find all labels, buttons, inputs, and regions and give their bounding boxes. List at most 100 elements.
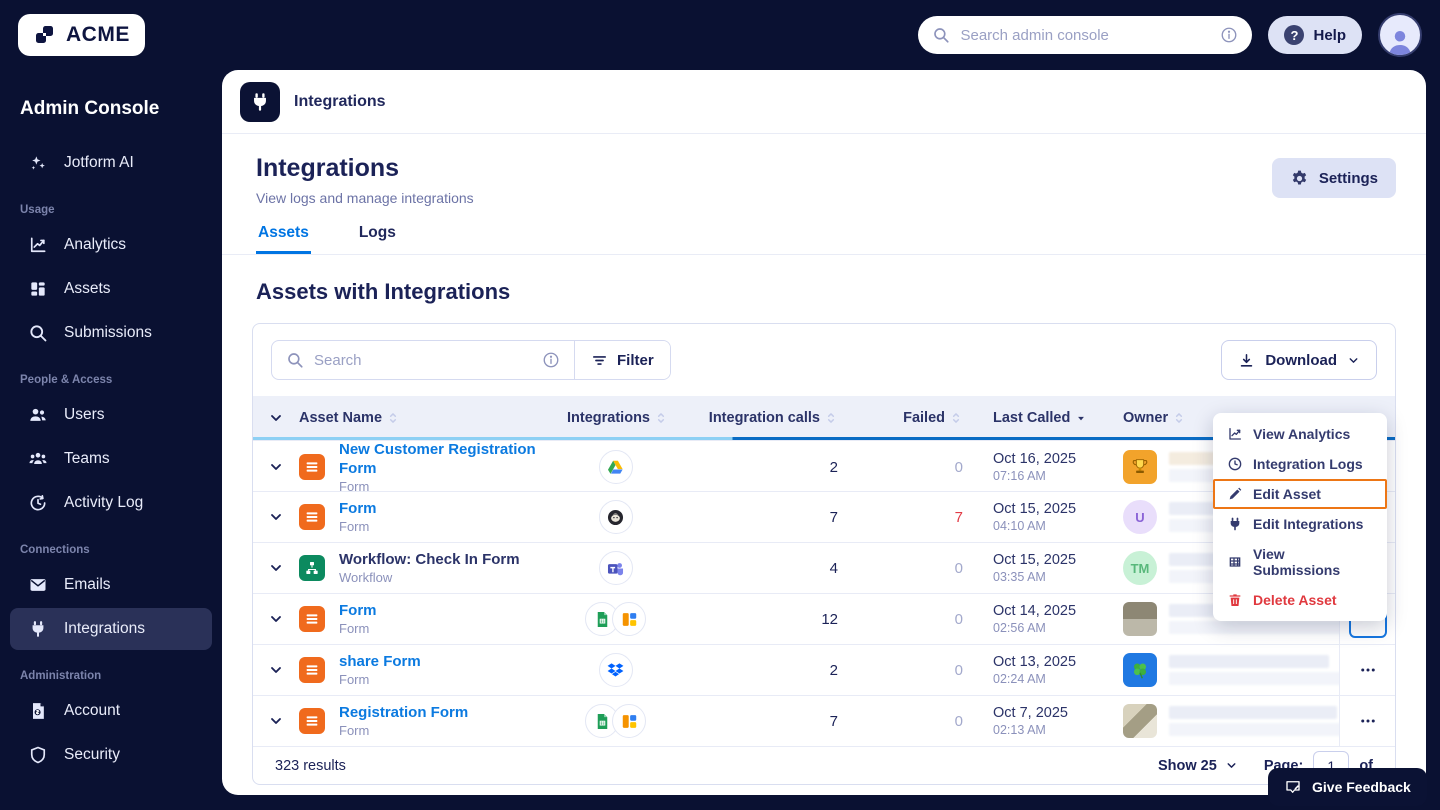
- acme-logo[interactable]: ACME: [18, 14, 145, 56]
- column-asset-name[interactable]: Asset Name: [299, 410, 553, 426]
- admin-search-input[interactable]: [960, 27, 1210, 44]
- row-menu-button[interactable]: [1349, 651, 1387, 689]
- row-menu-button[interactable]: [1349, 702, 1387, 740]
- last-called-time: 02:13 AM: [993, 723, 1113, 737]
- sort-icon[interactable]: [824, 411, 838, 425]
- admin-search[interactable]: [918, 16, 1252, 54]
- menu-item-view-submissions[interactable]: View Submissions: [1213, 539, 1387, 585]
- asset-name-cell: FormForm: [299, 500, 553, 534]
- chevron-down-icon: [268, 662, 284, 678]
- owner-cell: [1113, 704, 1339, 738]
- sort-icon[interactable]: [1172, 411, 1186, 425]
- sort-icon[interactable]: [386, 411, 400, 425]
- google-sheets-icon: [593, 712, 612, 731]
- menu-item-view-analytics[interactable]: View Analytics: [1213, 419, 1387, 449]
- sidebar-item-assets[interactable]: Assets: [10, 268, 212, 310]
- grid-icon: [1227, 554, 1243, 570]
- integration-calls-value: 7: [678, 509, 848, 526]
- last-called-cell: Oct 16, 202507:16 AM: [973, 451, 1113, 483]
- sidebar-item-submissions[interactable]: Submissions: [10, 312, 212, 354]
- sidebar-item-analytics[interactable]: Analytics: [10, 224, 212, 266]
- sort-icon[interactable]: [949, 411, 963, 425]
- last-called-time: 04:10 AM: [993, 519, 1113, 533]
- filter-button[interactable]: Filter: [575, 341, 670, 379]
- settings-button[interactable]: Settings: [1272, 158, 1396, 198]
- help-button[interactable]: ? Help: [1268, 16, 1362, 54]
- table-footer: 323 results Show 25 Page: of: [253, 746, 1395, 784]
- integration-calls-value: 12: [678, 611, 848, 628]
- asset-name-link[interactable]: Form: [339, 602, 377, 621]
- page-head: Integrations View logs and manage integr…: [222, 134, 1426, 206]
- asset-name-link: Workflow: Check In Form: [339, 551, 520, 570]
- chevron-down-icon[interactable]: [268, 410, 284, 426]
- mailchimp-integration-icon: [599, 500, 633, 534]
- expand-row-cell[interactable]: [253, 509, 299, 525]
- expand-row-cell[interactable]: [253, 560, 299, 576]
- asset-type: Form: [339, 519, 377, 534]
- search-icon: [286, 351, 304, 369]
- dots-icon: [1359, 712, 1377, 730]
- users-icon: [28, 405, 48, 425]
- google-drive-integration-icon: [599, 450, 633, 484]
- user-avatar[interactable]: [1378, 13, 1422, 57]
- last-called-date: Oct 15, 2025: [993, 552, 1113, 568]
- expand-row-cell[interactable]: [253, 459, 299, 475]
- column-integration-calls[interactable]: Integration calls: [678, 410, 848, 426]
- sidebar-item-integrations[interactable]: Integrations: [10, 608, 212, 650]
- table-search-input[interactable]: [314, 352, 532, 369]
- expand-all-cell[interactable]: [253, 410, 299, 426]
- download-button[interactable]: Download: [1221, 340, 1377, 380]
- menu-item-integration-logs[interactable]: Integration Logs: [1213, 449, 1387, 479]
- sidebar-item-teams[interactable]: Teams: [10, 438, 212, 480]
- menu-item-delete-asset[interactable]: Delete Asset: [1213, 585, 1387, 615]
- expand-row-cell[interactable]: [253, 662, 299, 678]
- help-label: Help: [1313, 27, 1346, 44]
- tab-assets[interactable]: Assets: [256, 222, 311, 254]
- sidebar-item-activity-log[interactable]: Activity Log: [10, 482, 212, 524]
- give-feedback-button[interactable]: Give Feedback: [1268, 768, 1427, 806]
- asset-name-cell: New Customer Registration FormForm: [299, 441, 553, 494]
- sort-icon[interactable]: [654, 411, 668, 425]
- sidebar-item-account[interactable]: Account: [10, 690, 212, 732]
- activity-icon: [28, 493, 48, 513]
- column-last-called[interactable]: Last Called: [973, 410, 1113, 426]
- magnifier-icon: [28, 323, 48, 343]
- sidebar-item-security[interactable]: Security: [10, 734, 212, 776]
- sidebar-item-users[interactable]: Users: [10, 394, 212, 436]
- form-lines-icon: [304, 713, 320, 729]
- expand-row-cell[interactable]: [253, 713, 299, 729]
- workflow-glyph-icon: [304, 560, 320, 576]
- menu-item-edit-integrations[interactable]: Edit Integrations: [1213, 509, 1387, 539]
- asset-name-link[interactable]: New Customer Registration Form: [339, 441, 553, 479]
- menu-item-label: View Submissions: [1253, 546, 1373, 578]
- tab-logs[interactable]: Logs: [357, 222, 398, 254]
- topbar: ACME ? Help: [0, 0, 1440, 70]
- sidebar-item-jotform-ai[interactable]: Jotform AI: [10, 142, 212, 184]
- last-called-date: Oct 16, 2025: [993, 451, 1113, 467]
- last-called-date: Oct 7, 2025: [993, 705, 1113, 721]
- sidebar-item-emails[interactable]: Emails: [10, 564, 212, 606]
- column-failed[interactable]: Failed: [848, 410, 973, 426]
- last-called-time: 02:24 AM: [993, 672, 1113, 686]
- menu-item-edit-asset[interactable]: Edit Asset: [1213, 479, 1387, 509]
- asset-name-link[interactable]: share Form: [339, 653, 421, 672]
- asset-type: Workflow: [339, 570, 520, 585]
- sort-desc-icon[interactable]: [1074, 411, 1088, 425]
- failed-calls-value: 7: [848, 509, 973, 526]
- ms-teams-icon: [606, 559, 625, 578]
- asset-name-cell: share FormForm: [299, 653, 553, 687]
- table-search[interactable]: [272, 341, 574, 379]
- column-integrations[interactable]: Integrations: [553, 410, 678, 426]
- form-lines-icon: [304, 509, 320, 525]
- sidebar-item-label: Submissions: [64, 324, 152, 342]
- owner-avatar: [1123, 704, 1157, 738]
- integrations-cell: [553, 653, 678, 687]
- failed-calls-value: 0: [848, 560, 973, 577]
- expand-row-cell[interactable]: [253, 611, 299, 627]
- row-actions-cell: [1339, 696, 1395, 746]
- page-size-select[interactable]: Show 25: [1158, 758, 1238, 774]
- sidebar-title: Admin Console: [0, 86, 222, 140]
- asset-name-link[interactable]: Registration Form: [339, 704, 468, 723]
- asset-name-link[interactable]: Form: [339, 500, 377, 519]
- integration-calls-value: 2: [678, 459, 848, 476]
